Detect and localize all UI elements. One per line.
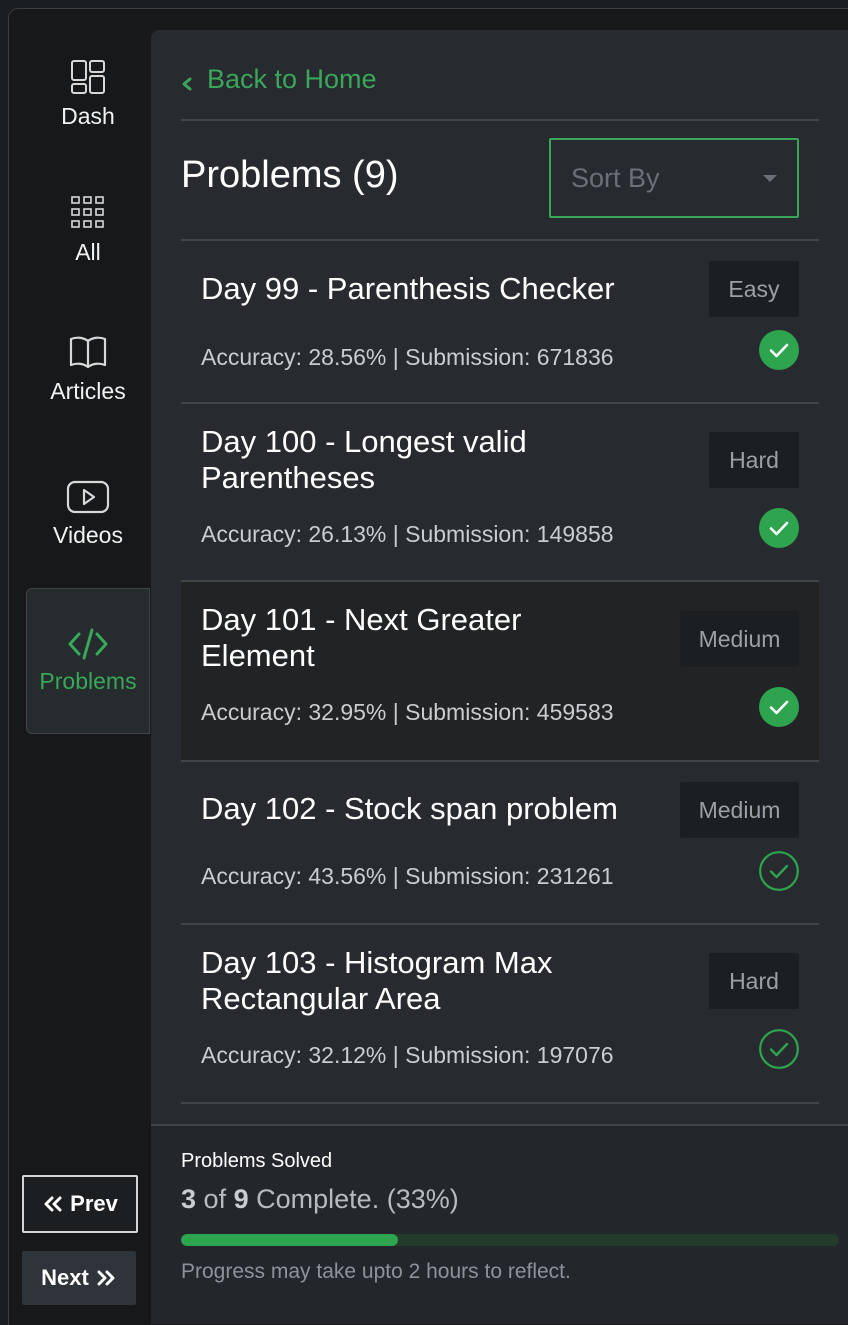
difficulty-badge: Medium bbox=[680, 782, 799, 838]
prev-button[interactable]: Prev bbox=[22, 1175, 138, 1233]
double-chevron-right-icon bbox=[97, 1270, 115, 1286]
progress-bar-fill bbox=[181, 1234, 399, 1246]
problem-item[interactable]: Day 102 - Stock span problem Accuracy: 4… bbox=[181, 762, 819, 923]
problems-panel: Back to Home Problems (9) Sort By Day 99… bbox=[151, 30, 848, 1324]
problem-title[interactable]: Day 100 - Longest valid Parentheses bbox=[201, 424, 641, 496]
sort-by-dropdown[interactable]: Sort By bbox=[549, 138, 799, 218]
of-word: of bbox=[203, 1184, 227, 1214]
solved-check-icon bbox=[759, 687, 799, 727]
sidebar-item-label: Dash bbox=[61, 103, 115, 129]
sort-placeholder: Sort By bbox=[571, 162, 660, 193]
progress-count: 3 of 9 Complete. (33%) bbox=[181, 1184, 459, 1215]
sidebar-item-dash[interactable]: Dash bbox=[26, 59, 150, 130]
sidebar-item-label: All bbox=[75, 239, 101, 265]
problem-stats: Accuracy: 32.12% | Submission: 197076 bbox=[201, 1042, 614, 1068]
problem-title[interactable]: Day 101 - Next Greater Element bbox=[201, 602, 641, 674]
solved-count: 3 bbox=[181, 1184, 197, 1214]
next-label: Next bbox=[41, 1265, 89, 1290]
sidebar-item-label: Videos bbox=[53, 522, 123, 548]
unsolved-check-icon bbox=[759, 1029, 799, 1069]
progress-bar bbox=[181, 1234, 839, 1246]
play-icon bbox=[66, 480, 110, 514]
divider bbox=[181, 1102, 819, 1104]
chevron-left-icon bbox=[182, 77, 192, 90]
problem-item[interactable]: Day 101 - Next Greater Element Accuracy:… bbox=[181, 582, 819, 760]
divider bbox=[181, 119, 819, 121]
solved-check-icon bbox=[759, 330, 799, 370]
problem-stats: Accuracy: 26.13% | Submission: 149858 bbox=[201, 521, 614, 547]
sidebar-item-problems[interactable]: Problems bbox=[26, 588, 150, 734]
problem-stats: Accuracy: 28.56% | Submission: 671836 bbox=[201, 344, 614, 370]
caret-down-icon bbox=[763, 174, 777, 182]
total-count: 9 bbox=[233, 1184, 249, 1214]
difficulty-badge: Medium bbox=[680, 611, 799, 667]
problem-title[interactable]: Day 102 - Stock span problem bbox=[201, 791, 661, 827]
solved-check-icon bbox=[759, 508, 799, 548]
problem-title[interactable]: Day 99 - Parenthesis Checker bbox=[201, 271, 641, 307]
difficulty-badge: Easy bbox=[709, 261, 799, 317]
dashboard-icon bbox=[71, 60, 105, 94]
problem-stats: Accuracy: 32.95% | Submission: 459583 bbox=[201, 699, 614, 725]
sidebar-item-label: Problems bbox=[39, 667, 137, 694]
sidebar-item-articles[interactable]: Articles bbox=[26, 334, 150, 405]
sidebar-item-videos[interactable]: Videos bbox=[26, 480, 150, 549]
sidebar: Dash All Articles Videos Problems bbox=[8, 9, 150, 1324]
code-icon bbox=[68, 628, 108, 659]
next-button[interactable]: Next bbox=[22, 1251, 136, 1305]
back-label: Back to Home bbox=[207, 64, 377, 94]
back-to-home-link[interactable]: Back to Home bbox=[181, 64, 377, 95]
problem-stats: Accuracy: 43.56% | Submission: 231261 bbox=[201, 863, 614, 889]
page-title: Problems (9) bbox=[181, 154, 399, 196]
prev-label: Prev bbox=[70, 1191, 118, 1216]
sidebar-item-all[interactable]: All bbox=[26, 195, 150, 266]
grid-icon bbox=[71, 196, 104, 228]
progress-footer: Problems Solved 3 of 9 Complete. (33%) P… bbox=[151, 1124, 848, 1324]
sidebar-item-label: Articles bbox=[50, 378, 126, 404]
problem-item[interactable]: Day 103 - Histogram Max Rectangular Area… bbox=[181, 925, 819, 1101]
problem-title[interactable]: Day 103 - Histogram Max Rectangular Area bbox=[201, 945, 641, 1017]
difficulty-badge: Hard bbox=[709, 953, 799, 1009]
problem-item[interactable]: Day 100 - Longest valid Parentheses Accu… bbox=[181, 404, 819, 580]
double-chevron-left-icon bbox=[44, 1196, 62, 1212]
progress-note: Progress may take upto 2 hours to reflec… bbox=[181, 1260, 571, 1283]
book-icon bbox=[69, 336, 107, 369]
difficulty-badge: Hard bbox=[709, 432, 799, 488]
unsolved-check-icon bbox=[759, 851, 799, 891]
progress-label: Problems Solved bbox=[181, 1150, 333, 1172]
progress-suffix: Complete. (33%) bbox=[256, 1184, 459, 1214]
problem-item[interactable]: Day 99 - Parenthesis Checker Accuracy: 2… bbox=[181, 241, 819, 403]
